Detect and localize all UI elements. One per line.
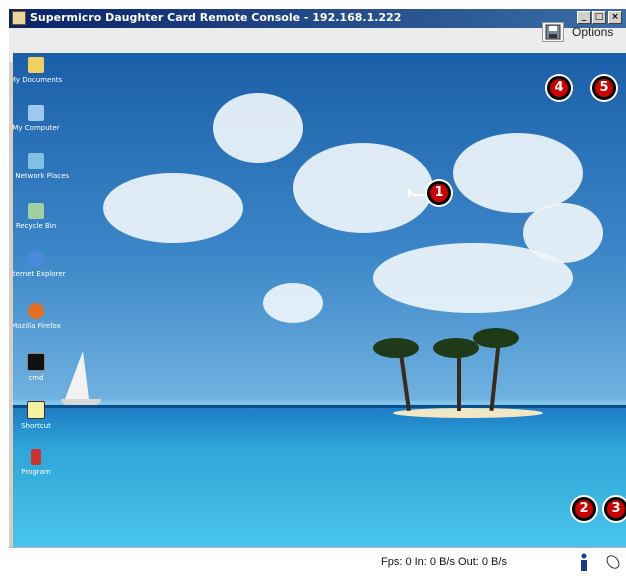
desktop-icon-label: Internet Explorer	[13, 270, 66, 278]
firefox-icon[interactable]: Mozilla Firefox	[13, 303, 71, 330]
maximize-button[interactable]: □	[592, 11, 606, 24]
desktop-icon-label: cmd	[28, 374, 44, 382]
title-bar[interactable]: Supermicro Daughter Card Remote Console …	[9, 9, 626, 28]
program-icon[interactable]: Program	[13, 449, 71, 476]
callout-1: 1	[427, 181, 451, 205]
app-icon	[12, 11, 26, 25]
desktop-icon-label: Shortcut	[21, 422, 51, 430]
callout-2: 2	[572, 497, 596, 521]
remote-screen[interactable]: My Documents My Computer My Network Plac…	[13, 53, 626, 547]
callout-4: 4	[547, 76, 571, 100]
recycle-bin-icon[interactable]: Recycle Bin	[13, 203, 71, 230]
desktop-icon-label: Program	[21, 468, 51, 476]
callout-3: 3	[604, 497, 626, 521]
info-icon[interactable]	[579, 553, 589, 571]
internet-explorer-icon[interactable]: Internet Explorer	[13, 251, 71, 278]
desktop-icon-label: My Network Places	[13, 172, 70, 180]
floppy-disk-icon[interactable]	[542, 22, 564, 42]
cmd-icon[interactable]: cmd	[13, 353, 71, 382]
shortcut-icon[interactable]: Shortcut	[13, 401, 71, 430]
status-bar: Fps: 0 In: 0 B/s Out: 0 B/s	[9, 547, 626, 576]
close-button[interactable]: ×	[608, 11, 622, 24]
documents-folder-icon[interactable]: My Documents	[13, 57, 71, 84]
window-title: Supermicro Daughter Card Remote Console …	[30, 11, 402, 24]
status-text: Fps: 0 In: 0 B/s Out: 0 B/s	[381, 556, 507, 568]
computer-icon[interactable]: My Computer	[13, 105, 71, 132]
desktop-icon-label: Recycle Bin	[15, 222, 57, 230]
mouse-icon[interactable]	[604, 553, 622, 571]
callout-5: 5	[592, 76, 616, 100]
desktop-icon-label: My Computer	[13, 124, 60, 132]
desktop-icon-label: Mozilla Firefox	[13, 322, 61, 330]
desktop-icon-label: My Documents	[13, 76, 63, 84]
network-icon[interactable]: My Network Places	[13, 153, 71, 180]
options-button[interactable]: Options	[572, 25, 613, 39]
minimize-button[interactable]: _	[577, 11, 591, 24]
mouse-cursor-icon	[408, 188, 413, 198]
callout-line	[412, 194, 428, 196]
